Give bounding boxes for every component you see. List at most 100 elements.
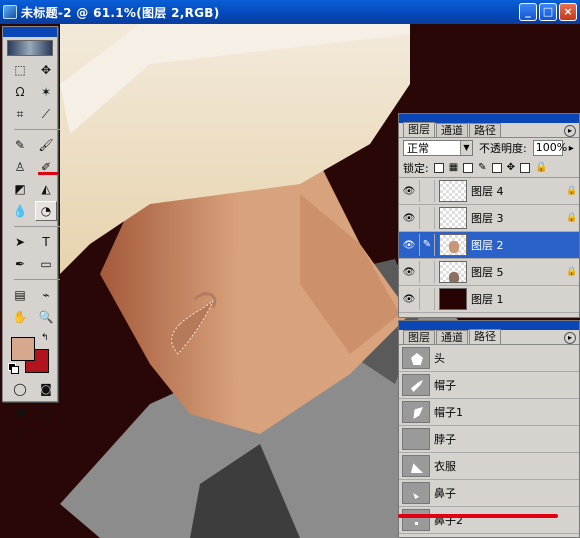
eraser-tool-icon[interactable]: ◩: [9, 179, 31, 199]
photoshop-icon: [3, 5, 17, 19]
tab-paths[interactable]: 路径: [469, 123, 501, 137]
layer-row[interactable]: 👁 图层 4 🔒: [399, 178, 579, 205]
standard-mode-icon[interactable]: ◯: [9, 379, 31, 399]
lock-row: 锁定: ▦ ✎ ✥ 🔒: [399, 158, 579, 178]
tab-channels[interactable]: 通道: [436, 123, 468, 137]
path-name: 帽子1: [434, 406, 463, 419]
panel-menu-icon[interactable]: ▸: [564, 332, 576, 344]
gradient-tool-icon[interactable]: ◭: [35, 179, 57, 199]
hand-tool-icon[interactable]: ✋: [9, 307, 31, 327]
layer-name: 图层 4: [471, 185, 504, 198]
screen-mode-icon[interactable]: ▣: [9, 401, 31, 421]
path-thumbnail: [402, 509, 430, 531]
close-button[interactable]: ×: [559, 3, 577, 21]
magic-wand-tool-icon[interactable]: ✶: [35, 82, 57, 102]
path-thumbnail: [402, 401, 430, 423]
path-row[interactable]: 鼻子2: [399, 507, 579, 534]
eye-icon[interactable]: 👁: [399, 240, 419, 251]
minimize-button[interactable]: _: [519, 3, 537, 21]
paths-panel: 图层 通道 路径 ▸ 头 帽子 帽子1 脖子 衣服 鼻子 鼻子2: [398, 320, 580, 538]
marquee-tool-icon[interactable]: ⬚: [9, 60, 31, 80]
path-row[interactable]: 鼻子: [399, 480, 579, 507]
lock-transparency-checkbox[interactable]: [433, 162, 444, 173]
link-cell[interactable]: [419, 180, 435, 202]
path-selection-tool-icon[interactable]: ➤: [9, 232, 31, 252]
lock-pixels-checkbox[interactable]: [463, 162, 474, 173]
rectangle-tool-icon[interactable]: ▭: [35, 254, 57, 274]
clone-stamp-tool-icon[interactable]: ♙: [9, 157, 31, 177]
path-row[interactable]: 衣服: [399, 453, 579, 480]
eye-icon[interactable]: 👁: [399, 186, 419, 197]
layer-thumbnail: [439, 288, 467, 310]
layer-row[interactable]: 👁 图层 5 🔒: [399, 259, 579, 286]
crop-tool-icon[interactable]: ⌗: [9, 104, 31, 124]
eye-icon[interactable]: 👁: [399, 213, 419, 224]
opacity-field[interactable]: 100%: [532, 140, 567, 156]
blend-mode-select[interactable]: 正常 ▼: [403, 140, 473, 156]
swap-colors-icon[interactable]: ↰: [41, 333, 49, 343]
eye-icon[interactable]: 👁: [399, 294, 419, 305]
burn-tool-highlight-mark: [38, 172, 58, 175]
layer-row-selected[interactable]: 👁 ✎ 图层 2: [399, 232, 579, 259]
slice-tool-icon[interactable]: ⟋: [35, 104, 57, 124]
eye-icon[interactable]: 👁: [399, 267, 419, 278]
tab-paths[interactable]: 路径: [469, 329, 501, 344]
jump-to-imageready-icon[interactable]: ⇪: [9, 423, 31, 443]
panel-menu-icon[interactable]: ▸: [564, 125, 576, 137]
move-tool-icon[interactable]: ✥: [35, 60, 57, 80]
blur-tool-icon[interactable]: 💧: [9, 201, 31, 221]
path-row[interactable]: 帽子1: [399, 399, 579, 426]
toolbox: ⬚ ✥ ᘯ ✶ ⌗ ⟋ ✎ 🖌 ♙ ✐ ◩ ◭ 💧 ◔ ➤ T ✒ ▭ ▤ ⌁ …: [2, 26, 60, 440]
tab-layers[interactable]: 图层: [403, 330, 435, 344]
quick-mask-icon[interactable]: ◙: [35, 379, 57, 399]
path-thumbnail: [402, 347, 430, 369]
pen-tool-icon[interactable]: ✒: [9, 254, 31, 274]
full-screen-icon[interactable]: ▢: [35, 401, 57, 421]
link-cell[interactable]: [419, 288, 435, 310]
adobe-online-icon[interactable]: [7, 40, 53, 56]
link-cell[interactable]: [419, 261, 435, 283]
layer-name: 图层 1: [471, 293, 504, 306]
toolbox-header[interactable]: [3, 27, 57, 37]
foreground-color-swatch[interactable]: [11, 337, 35, 361]
layer-thumbnail: [439, 261, 467, 283]
path-name: 衣服: [434, 460, 456, 473]
layer-thumbnail: [439, 207, 467, 229]
lock-position-checkbox[interactable]: [491, 162, 502, 173]
path-name: 帽子: [434, 379, 456, 392]
layers-panel-tabs: 图层 通道 路径: [399, 122, 579, 138]
default-colors-icon[interactable]: [8, 363, 19, 374]
path-highlight-mark: [398, 514, 558, 518]
tab-channels[interactable]: 通道: [436, 330, 468, 344]
photoshop-window: 未标题-2 @ 61.1%(图层 2,RGB) _ □ × ⬚ ✥ ᘯ ✶ ⌗ …: [0, 0, 580, 538]
move-icon: ✥: [506, 162, 515, 173]
path-name: 脖子: [434, 433, 456, 446]
link-cell[interactable]: [419, 207, 435, 229]
path-row[interactable]: 头: [399, 345, 579, 372]
lock-all-checkbox[interactable]: [519, 162, 530, 173]
brush-icon: ✎: [478, 162, 487, 173]
path-row[interactable]: 脖子: [399, 426, 579, 453]
layer-list: 👁 图层 4 🔒 👁 图层 3 🔒 👁 ✎ 图层 2 👁 图层 5 🔒 👁 图层…: [399, 178, 579, 313]
path-name: 头: [434, 352, 445, 365]
paths-panel-tabs: 图层 通道 路径: [399, 329, 579, 345]
layer-row[interactable]: 👁 图层 1: [399, 286, 579, 313]
healing-brush-tool-icon[interactable]: ✎: [9, 135, 31, 155]
brush-tool-icon[interactable]: 🖌: [35, 135, 57, 155]
lasso-tool-icon[interactable]: ᘯ: [9, 82, 31, 102]
layer-name: 图层 2: [471, 239, 504, 252]
maximize-button[interactable]: □: [539, 3, 557, 21]
opacity-arrow-icon[interactable]: ▸: [569, 143, 574, 154]
tab-layers[interactable]: 图层: [403, 122, 435, 137]
brush-link-icon[interactable]: ✎: [419, 234, 435, 256]
lock-icon: 🔒: [534, 162, 548, 173]
layer-row[interactable]: 👁 图层 3 🔒: [399, 205, 579, 232]
eyedropper-tool-icon[interactable]: ⌁: [35, 285, 57, 305]
path-thumbnail: [402, 455, 430, 477]
zoom-tool-icon[interactable]: 🔍: [35, 307, 57, 327]
path-row[interactable]: 帽子: [399, 372, 579, 399]
type-tool-icon[interactable]: T: [35, 232, 57, 252]
notes-tool-icon[interactable]: ▤: [9, 285, 31, 305]
burn-tool-icon[interactable]: ◔: [35, 201, 57, 221]
opacity-label: 不透明度:: [479, 142, 527, 155]
